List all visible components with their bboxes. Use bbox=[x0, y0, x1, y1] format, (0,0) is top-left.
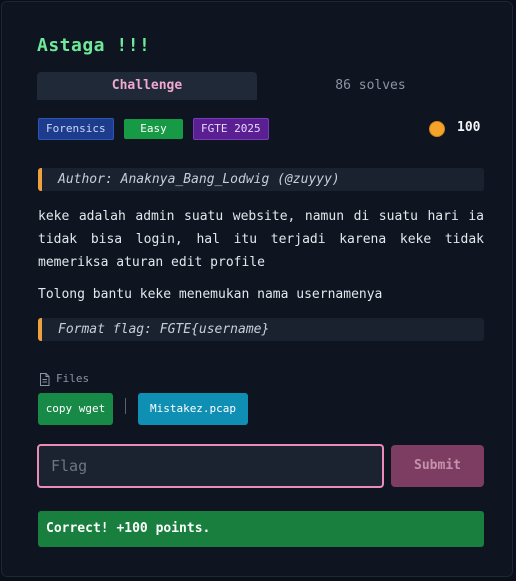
difficulty-badge: Easy bbox=[124, 119, 183, 139]
challenge-modal: Astaga !!! Challenge 86 solves Forensics… bbox=[1, 1, 513, 577]
tab-challenge[interactable]: Challenge bbox=[37, 72, 257, 100]
success-alert: Correct! +100 points. bbox=[38, 511, 484, 547]
copy-wget-button[interactable]: copy wget bbox=[38, 393, 113, 425]
submit-button[interactable]: Submit bbox=[391, 445, 484, 487]
flag-format-note: Format flag: FGTE{username} bbox=[38, 318, 484, 341]
coin-icon bbox=[429, 121, 445, 137]
tab-solves[interactable]: 86 solves bbox=[257, 72, 484, 100]
challenge-description: keke adalah admin suatu website, namun d… bbox=[38, 209, 484, 270]
challenge-title: Astaga !!! bbox=[37, 35, 151, 56]
event-badge: FGTE 2025 bbox=[193, 118, 269, 140]
challenge-description-task: Tolong bantu keke menemukan nama usernam… bbox=[38, 287, 383, 302]
files-label: Files bbox=[56, 372, 90, 385]
category-badge: Forensics bbox=[38, 118, 114, 140]
divider bbox=[125, 398, 126, 414]
file-download-button[interactable]: Mistakez.pcap bbox=[138, 393, 248, 425]
flag-input[interactable] bbox=[37, 444, 384, 488]
author-note: Author: Anaknya_Bang_Lodwig (@zuyyy) bbox=[38, 168, 484, 191]
points-value: 100 bbox=[457, 120, 481, 135]
file-icon bbox=[40, 373, 50, 386]
challenge-tabs: Challenge 86 solves bbox=[37, 72, 484, 100]
